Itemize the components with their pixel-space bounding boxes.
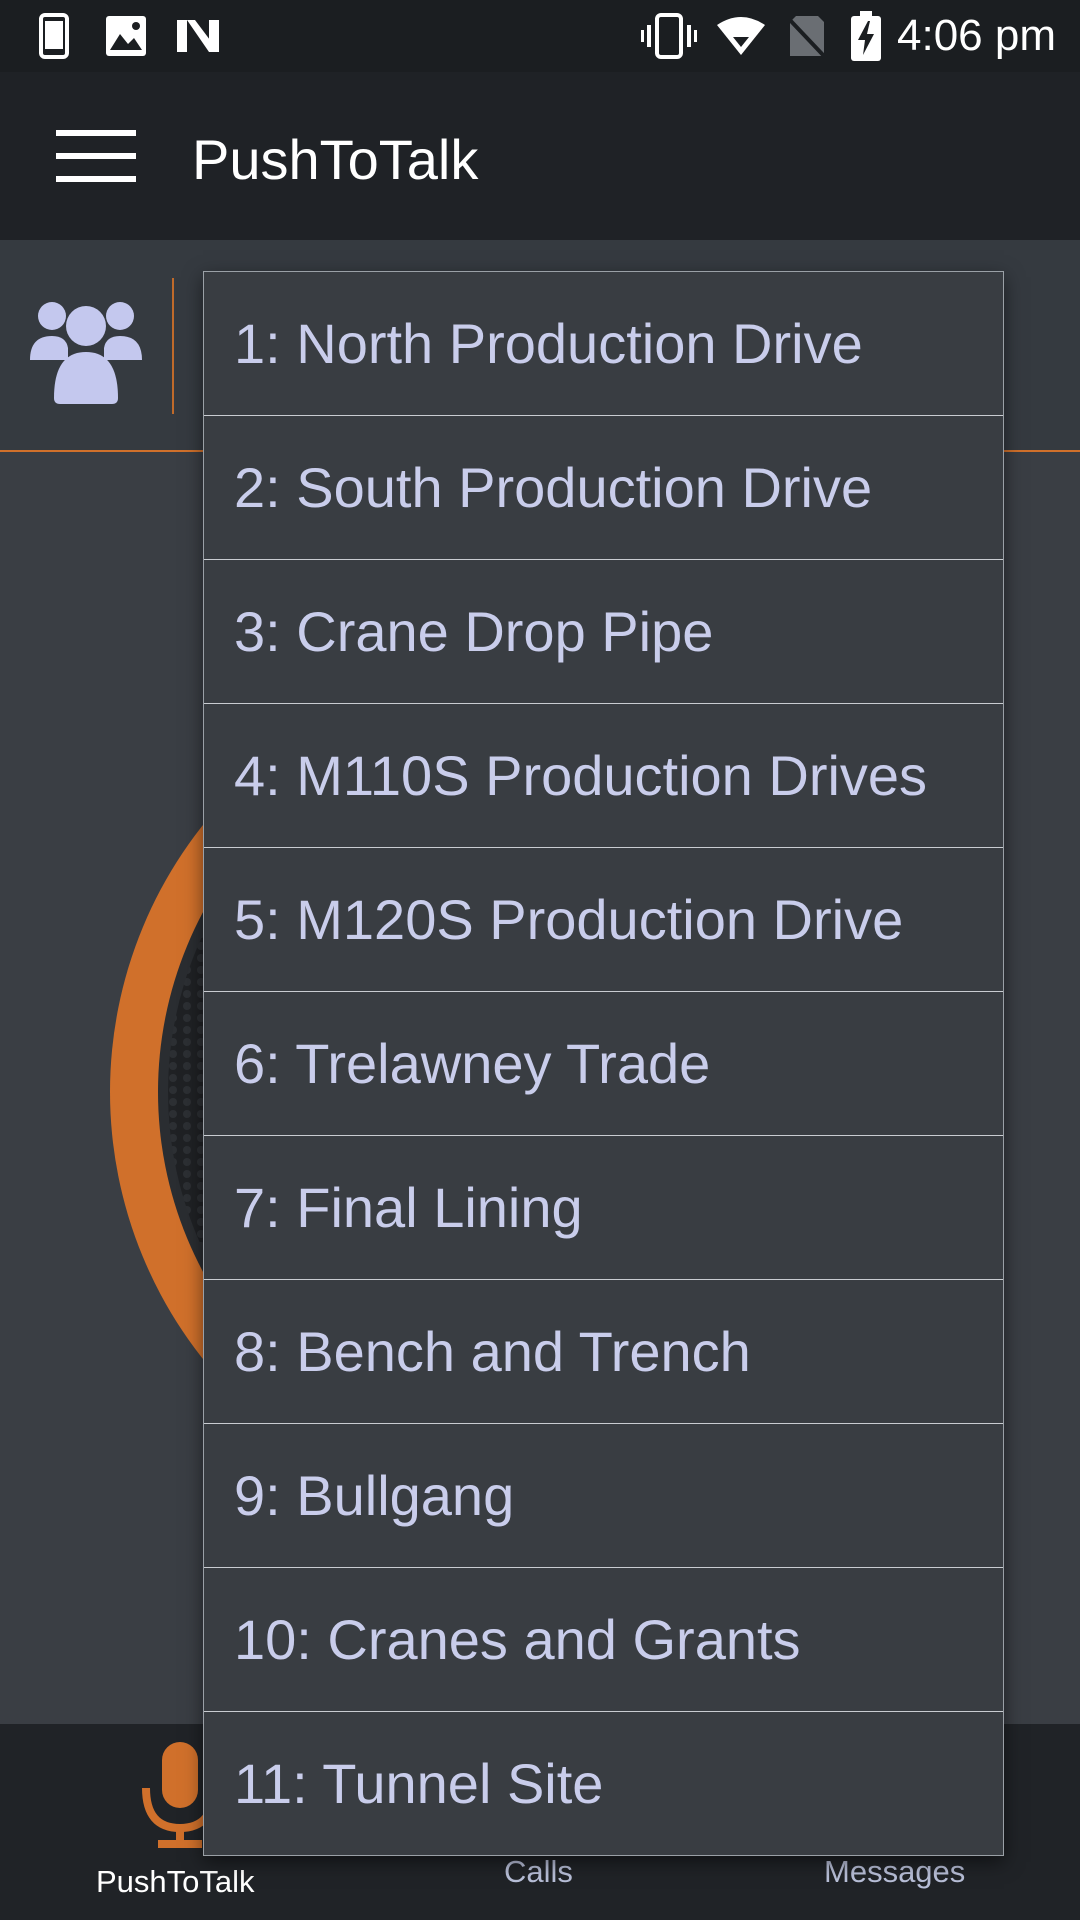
nav-calls-label: Calls: [504, 1854, 573, 1889]
dropdown-item[interactable]: 10: Cranes and Grants: [204, 1568, 1003, 1712]
app-title: PushToTalk: [192, 128, 479, 191]
dropdown-item[interactable]: 6: Trelawney Trade: [204, 992, 1003, 1136]
dropdown-item[interactable]: 1: North Production Drive: [204, 272, 1003, 416]
dropdown-item[interactable]: 4: M110S Production Drives: [204, 704, 1003, 848]
status-time: 4:06 pm: [897, 11, 1056, 60]
group-icon[interactable]: [28, 288, 144, 404]
app-bar: PushToTalk: [0, 72, 1080, 240]
wifi-icon: [714, 0, 768, 72]
dropdown-item[interactable]: 8: Bench and Trench: [204, 1280, 1003, 1424]
dropdown-item[interactable]: 9: Bullgang: [204, 1424, 1003, 1568]
dropdown-item[interactable]: 11: Tunnel Site: [204, 1712, 1003, 1855]
image-icon: [104, 0, 148, 72]
no-sim-icon: [784, 0, 828, 72]
dropdown-item[interactable]: 2: South Production Drive: [204, 416, 1003, 560]
group-dropdown[interactable]: 1: North Production Drive 2: South Produ…: [203, 271, 1004, 1856]
n-logo-icon: [174, 0, 222, 72]
screen: 4:06 pm PushToTalk PushToTalk Calls Mess…: [0, 0, 1080, 1920]
dropdown-item[interactable]: 7: Final Lining: [204, 1136, 1003, 1280]
hamburger-menu-icon[interactable]: [40, 116, 152, 196]
nav-pushtotalk-label: PushToTalk: [96, 1864, 255, 1899]
dropdown-item[interactable]: 5: M120S Production Drive: [204, 848, 1003, 992]
dropdown-item[interactable]: 3: Crane Drop Pipe: [204, 560, 1003, 704]
nav-messages-label: Messages: [824, 1854, 966, 1889]
status-bar: 4:06 pm: [0, 0, 1080, 72]
phone-icon: [36, 0, 72, 72]
group-divider: [172, 278, 174, 414]
battery-charging-icon: [850, 0, 882, 72]
vibrate-icon: [640, 0, 698, 72]
